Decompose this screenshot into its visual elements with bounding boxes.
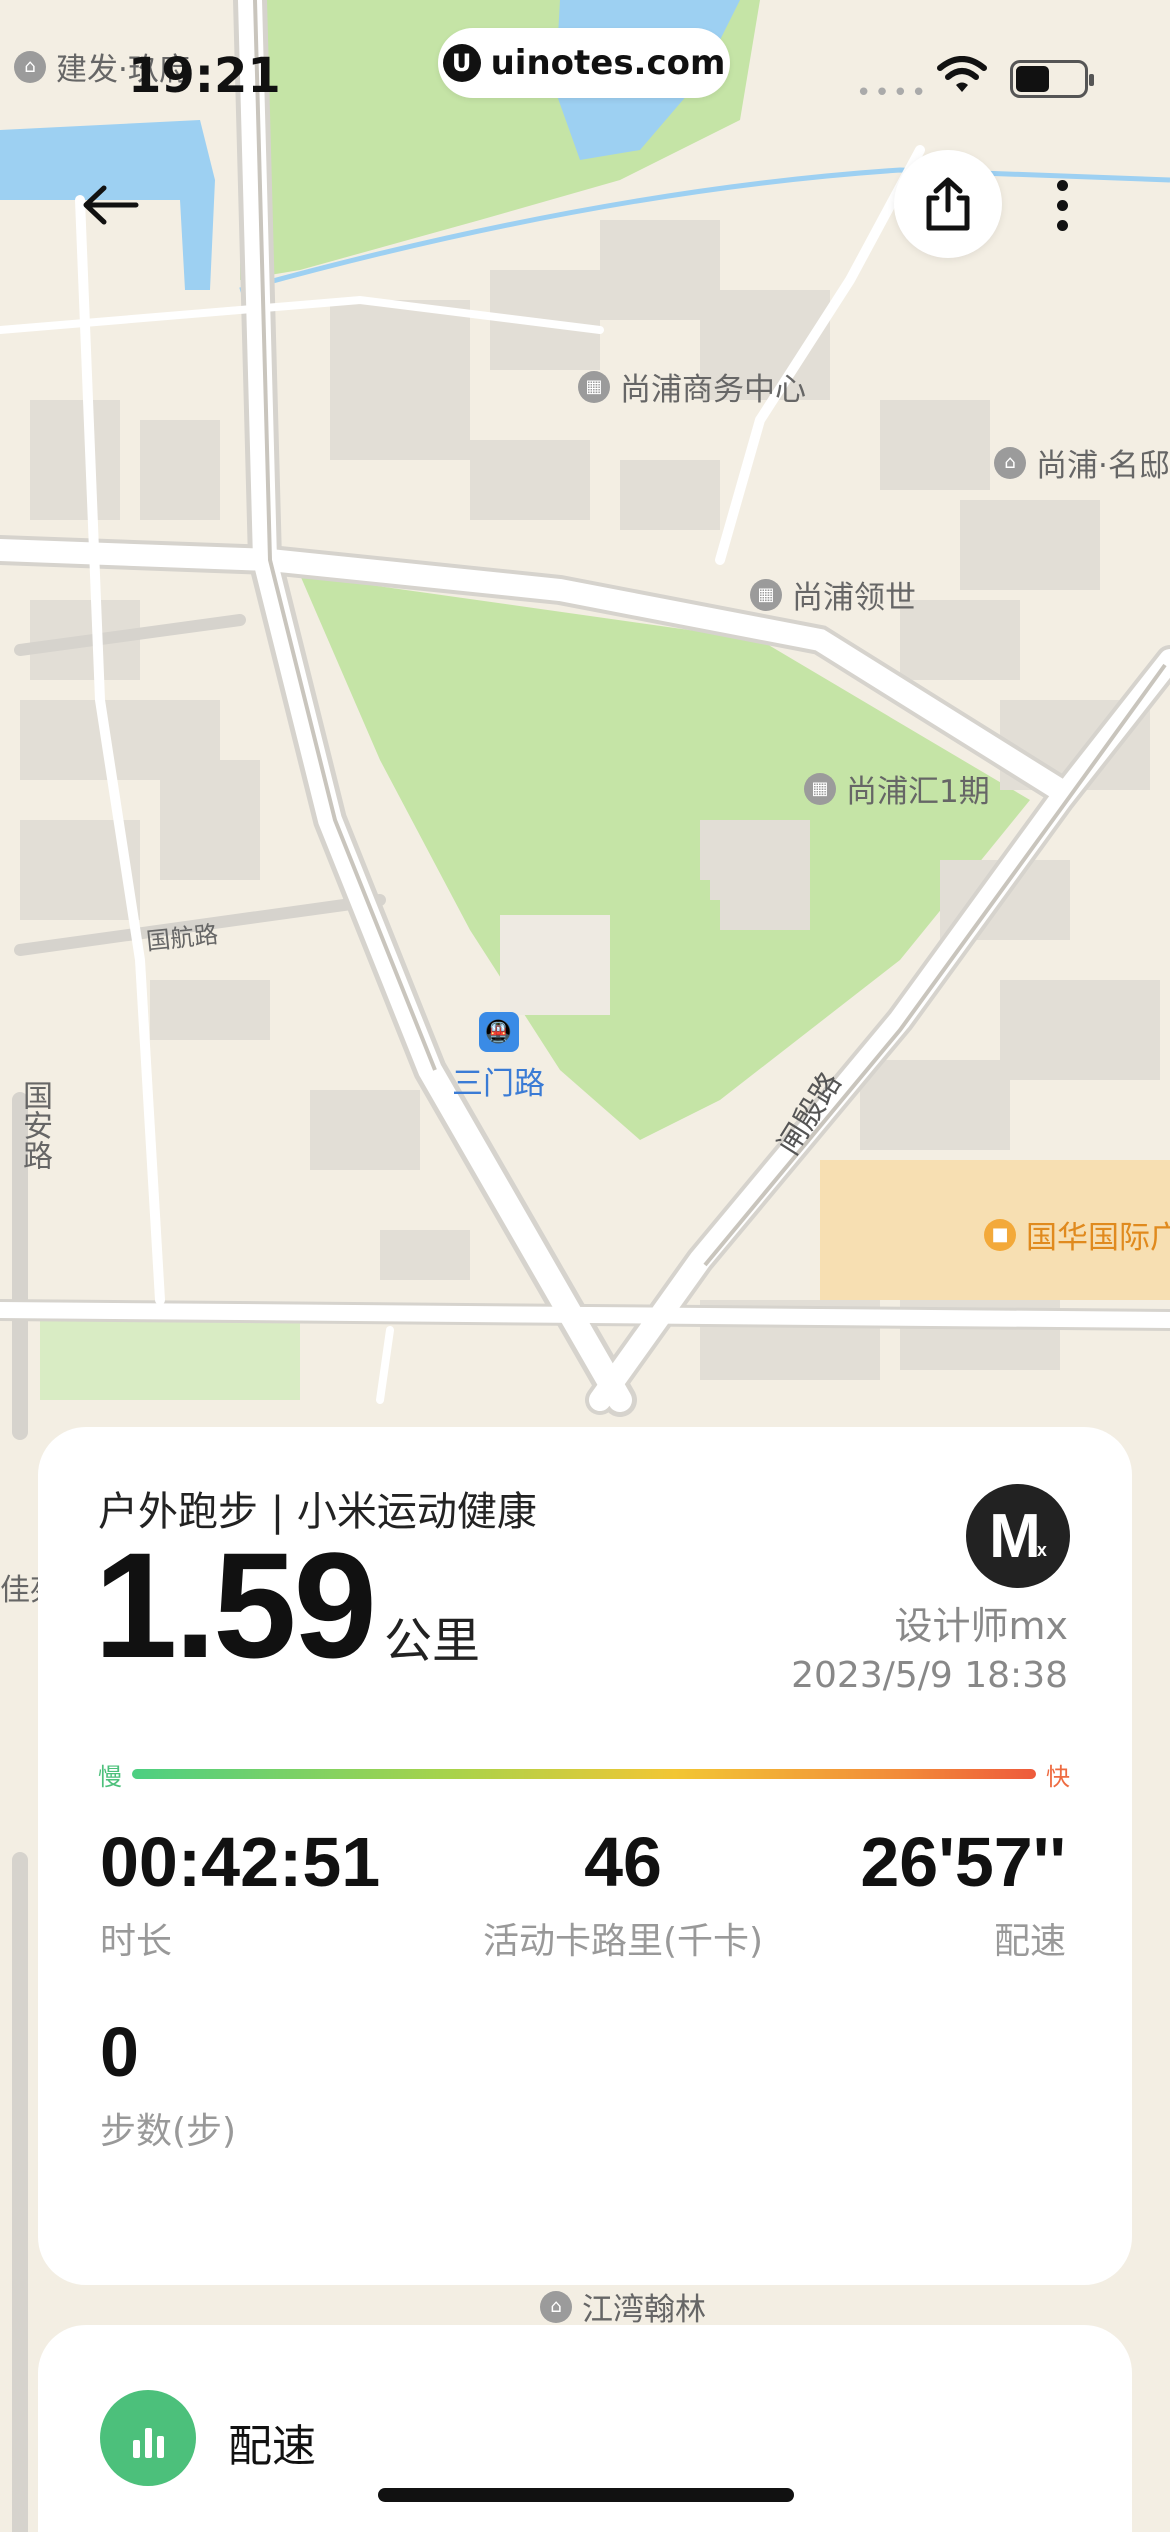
pace-slow-label: 慢	[98, 1762, 122, 1791]
metro-station-sanmenlu[interactable]: 🚇 三门路	[452, 1012, 545, 1103]
avatar[interactable]: Mx	[966, 1484, 1070, 1588]
activity-summary-card: 户外跑步 | 小米运动健康 1.59 公里 Mx 设计师mx 2023/5/9 …	[38, 1427, 1132, 2285]
metric-pace: 26'57'' 配速	[860, 1822, 1066, 1964]
metric-value: 26'57''	[860, 1823, 1066, 1901]
building-pin-icon: ▦	[804, 772, 836, 805]
metric-label: 时长	[100, 1921, 173, 1962]
distance-value: 1.59	[94, 1521, 377, 1689]
pace-fast-label: 快	[1046, 1762, 1070, 1791]
road-label-guoan: 国安路	[17, 1080, 52, 1170]
metric-value: 46	[584, 1823, 662, 1901]
poi-shangpuhui[interactable]: ▦ 尚浦汇1期	[804, 766, 990, 811]
signal-icon: ••••	[856, 78, 930, 108]
more-options-button[interactable]	[1040, 170, 1084, 240]
road-label-guohang: 国航路	[144, 920, 220, 956]
status-bar: 19:21 U uinotes.com ••••	[0, 0, 1170, 140]
poi-guohua[interactable]: ■ 国华国际广场	[984, 1212, 1170, 1257]
url-pill[interactable]: U uinotes.com	[438, 28, 730, 98]
more-dot	[1056, 219, 1068, 231]
building-pin-icon: ▦	[750, 578, 782, 611]
arrow-left-icon	[83, 185, 139, 225]
metro-icon: 🚇	[478, 1012, 519, 1052]
distance-display: 1.59 公里	[94, 1519, 480, 1692]
metric-duration: 00:42:51 时长	[100, 1822, 380, 1964]
home-pin-icon: ⌂	[540, 2290, 572, 2323]
share-icon	[926, 177, 970, 231]
poi-shangpu-lingshi[interactable]: ▦ 尚浦领世	[750, 572, 916, 617]
more-dot	[1056, 179, 1068, 191]
shop-pin-icon: ■	[984, 1218, 1016, 1251]
distance-unit: 公里	[383, 1613, 480, 1669]
battery-icon	[1010, 60, 1094, 98]
home-pin-icon: ⌂	[994, 446, 1026, 479]
metric-value: 0	[100, 2013, 139, 2091]
status-time: 19:21	[128, 48, 281, 104]
bar-chart-icon	[100, 2390, 196, 2486]
poi-shangpu-mingdi[interactable]: ⌂ 尚浦·名邸	[994, 440, 1170, 485]
designer-name: 设计师mx	[894, 1604, 1068, 1648]
metric-label: 活动卡路里(千卡)	[482, 1921, 764, 1962]
pace-gradient-bar	[132, 1769, 1036, 1779]
more-dot	[1056, 199, 1068, 211]
building-pin-icon: ▦	[578, 370, 610, 403]
wifi-icon	[937, 56, 987, 92]
metric-calories: 46 活动卡路里(千卡)	[441, 1822, 805, 1964]
pace-section-title: 配速	[228, 2421, 316, 2472]
back-button[interactable]	[70, 165, 150, 245]
uinotes-logo-icon: U	[442, 44, 481, 82]
home-indicator[interactable]	[378, 2488, 794, 2502]
activity-datetime: 2023/5/9 18:38	[791, 1655, 1068, 1696]
metric-label: 步数(步)	[100, 2111, 237, 2152]
url-text: uinotes.com	[490, 43, 726, 83]
poi-jiangwan[interactable]: ⌂ 江湾翰林	[540, 2284, 706, 2329]
share-button[interactable]	[894, 150, 1002, 258]
metric-steps: 0 步数(步)	[100, 2012, 236, 2154]
metric-value: 00:42:51	[100, 1823, 381, 1901]
poi-shangpu-business[interactable]: ▦ 尚浦商务中心	[578, 364, 806, 409]
metric-label: 配速	[993, 1921, 1066, 1962]
pace-scale: 慢 快	[98, 1759, 1070, 1791]
